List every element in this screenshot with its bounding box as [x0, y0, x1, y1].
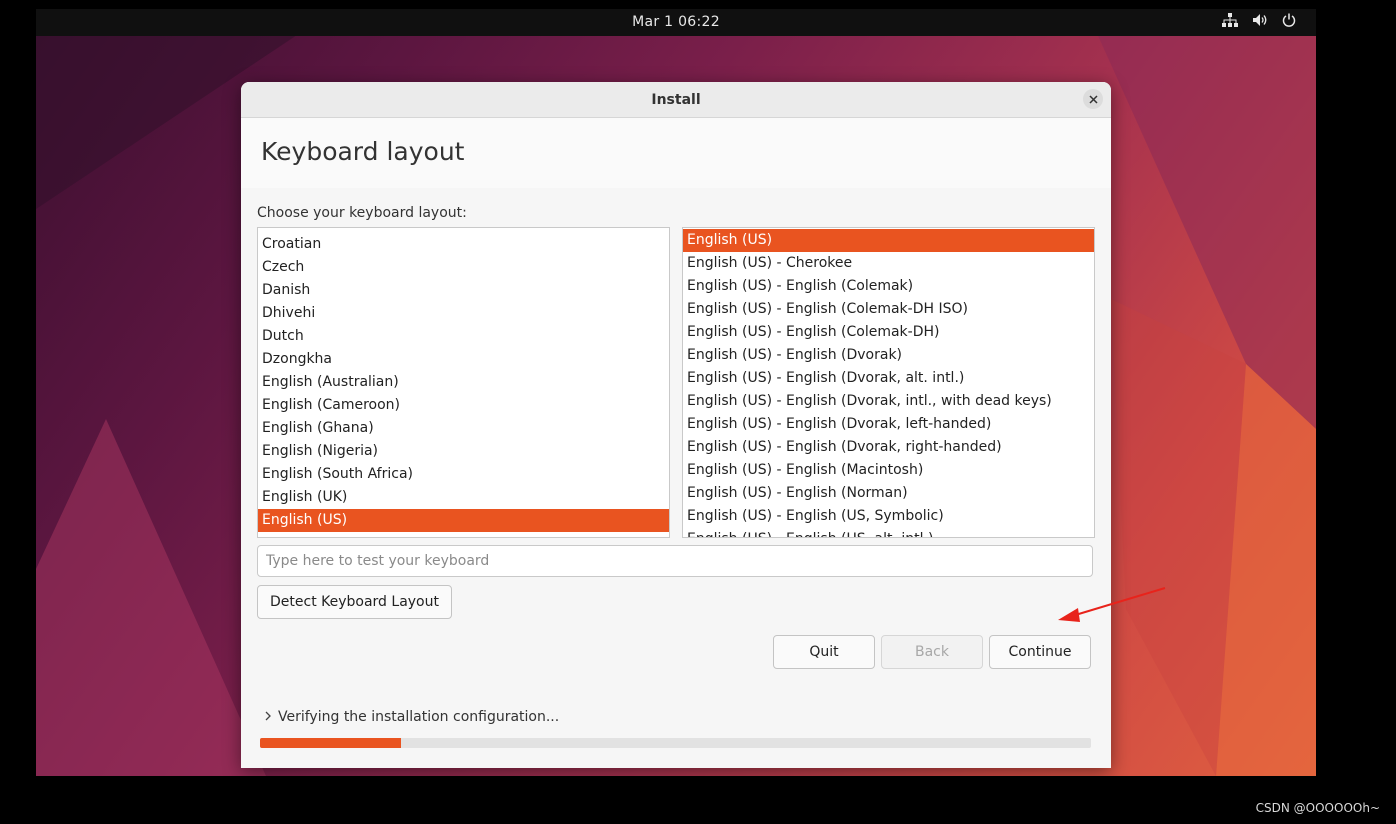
clock[interactable]: Mar 1 06:22: [36, 14, 1316, 30]
layout-list-item[interactable]: Dhivehi: [258, 302, 669, 325]
layout-list-item[interactable]: Dzongkha: [258, 348, 669, 371]
variant-list-item[interactable]: English (US) - English (Dvorak, right-ha…: [683, 436, 1094, 459]
choose-layout-label: Choose your keyboard layout:: [257, 205, 467, 221]
variant-list-item[interactable]: English (US) - English (Colemak-DH): [683, 321, 1094, 344]
progress-fill: [260, 738, 402, 748]
variant-list-item[interactable]: English (US) - English (Dvorak, intl., w…: [683, 390, 1094, 413]
back-button: Back: [881, 635, 983, 669]
variant-list-item[interactable]: English (US) - English (Dvorak): [683, 344, 1094, 367]
page-content: Choose your keyboard layout: Croatian Cze…: [241, 188, 1111, 768]
layout-list-item[interactable]: Croatian: [258, 233, 669, 256]
variant-list-item[interactable]: English (US) - English (Dvorak, left-han…: [683, 413, 1094, 436]
layout-list-item[interactable]: Dutch: [258, 325, 669, 348]
layout-list-item[interactable]: Danish: [258, 279, 669, 302]
status-expander[interactable]: Verifying the installation configuration…: [264, 709, 559, 725]
chevron-right-icon[interactable]: [264, 709, 278, 725]
variant-list-item[interactable]: English (US) - English (Macintosh): [683, 459, 1094, 482]
variant-list-item[interactable]: English (US) - English (US, Symbolic): [683, 505, 1094, 528]
layout-list-item[interactable]: English (South Africa): [258, 463, 669, 486]
progress-bar: [260, 738, 1091, 748]
variant-list-item[interactable]: English (US) - English (Colemak): [683, 275, 1094, 298]
layout-list-item[interactable]: English (Nigeria): [258, 440, 669, 463]
power-icon[interactable]: [1282, 13, 1296, 27]
desktop-wallpaper: Mar 1 06:22 Install Keyboard layout Choo…: [36, 9, 1316, 776]
page-title: Keyboard layout: [261, 137, 465, 166]
close-icon: [1088, 94, 1098, 104]
watermark: CSDN @OOOOOOh~: [1255, 801, 1380, 815]
status-text: Verifying the installation configuration…: [278, 709, 560, 725]
variant-list-item[interactable]: English (US) - Cherokee: [683, 252, 1094, 275]
layout-list[interactable]: Croatian Czech Danish Dhivehi Dutch Dzongkha E…: [257, 227, 670, 538]
layout-list-item[interactable]: English (Cameroon): [258, 394, 669, 417]
variant-list[interactable]: English (US) English (US) - Cherokee Engli…: [682, 227, 1095, 538]
install-window: Install Keyboard layout Choose your keyb…: [241, 82, 1111, 768]
quit-button[interactable]: Quit: [773, 635, 875, 669]
system-tray[interactable]: [1222, 13, 1296, 27]
layout-list-item[interactable]: English (Ghana): [258, 417, 669, 440]
variant-list-item[interactable]: English (US) - English (Dvorak, alt. int…: [683, 367, 1094, 390]
red-arrow-annotation: [1058, 587, 1166, 622]
window-title: Install: [651, 92, 701, 108]
layout-list-item[interactable]: Czech: [258, 256, 669, 279]
variant-list-item[interactable]: English (US) - English (US, alt. intl.): [683, 528, 1094, 537]
variant-list-item[interactable]: English (US) - English (Norman): [683, 482, 1094, 505]
close-button[interactable]: [1083, 89, 1103, 109]
layout-list-item[interactable]: English (Australian): [258, 371, 669, 394]
variant-list-item[interactable]: English (US) - English (Colemak-DH ISO): [683, 298, 1094, 321]
volume-icon[interactable]: [1252, 13, 1268, 27]
layout-list-item[interactable]: English (UK): [258, 486, 669, 509]
layout-list-item[interactable]: English (US): [258, 509, 669, 532]
variant-list-item[interactable]: English (US): [683, 229, 1094, 252]
page-header: Keyboard layout: [241, 118, 1111, 189]
keyboard-test-input[interactable]: [257, 545, 1093, 577]
detect-keyboard-layout-button[interactable]: Detect Keyboard Layout: [257, 585, 452, 619]
continue-button[interactable]: Continue: [989, 635, 1091, 669]
network-icon[interactable]: [1222, 13, 1238, 27]
top-bar: Mar 1 06:22: [36, 9, 1316, 36]
window-titlebar[interactable]: Install: [241, 82, 1111, 118]
